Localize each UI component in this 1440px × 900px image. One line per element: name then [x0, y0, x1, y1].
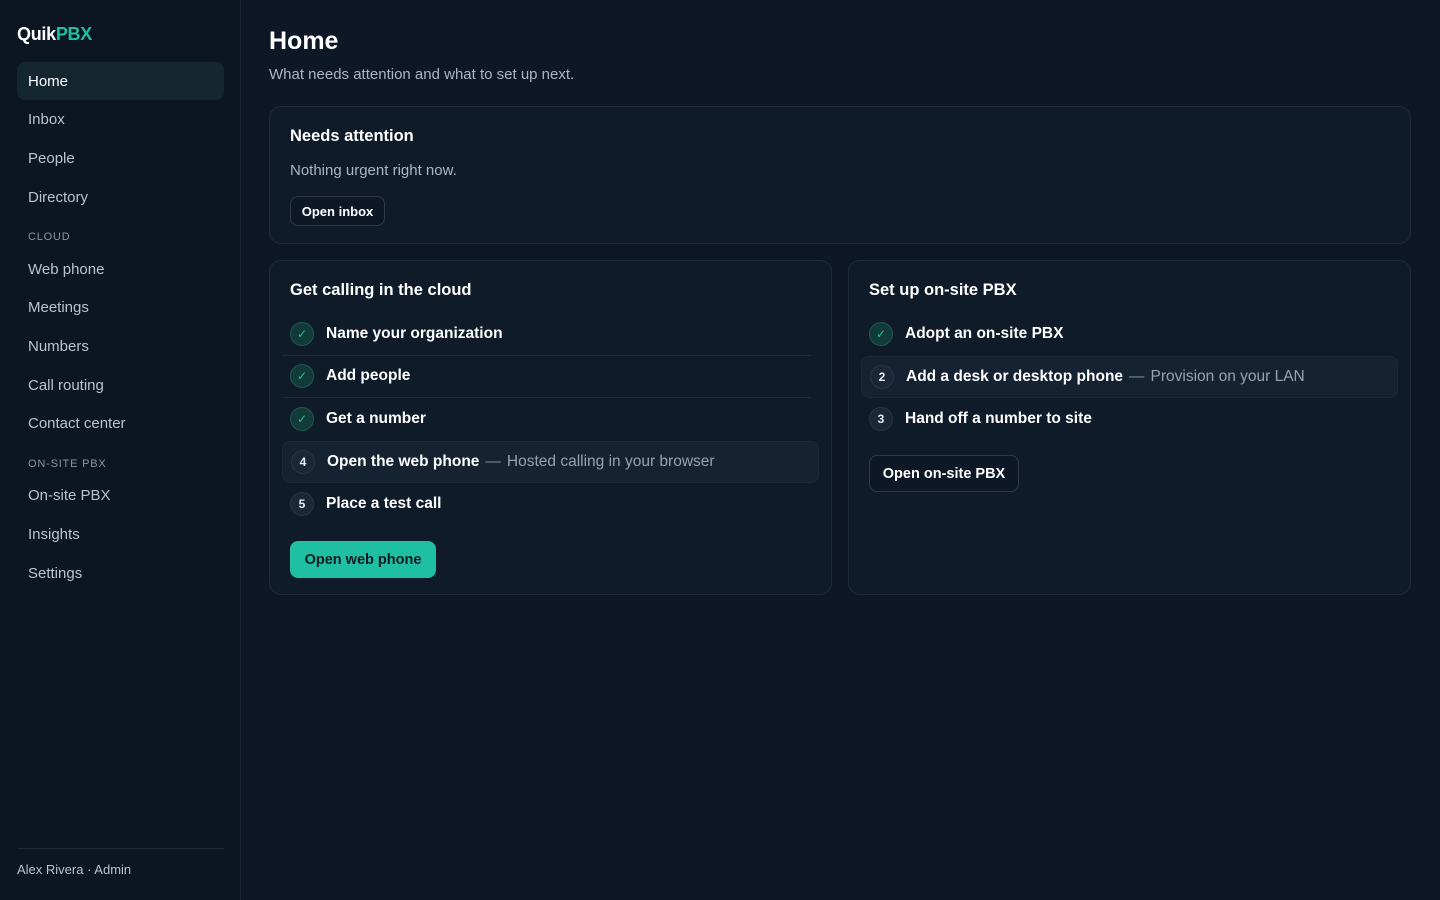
sidebar-item-label: Contact center — [28, 414, 126, 432]
step-add-desk-phone[interactable]: 2 Add a desk or desktop phone — Provisio… — [861, 355, 1398, 398]
step-separator: — — [485, 452, 501, 470]
step-separator: — — [1129, 367, 1145, 385]
cloud-setup-card: Get calling in the cloud ✓ Name your org… — [269, 260, 832, 595]
sidebar-item-label: Insights — [28, 525, 80, 543]
step-label: Add people — [326, 367, 411, 385]
step-place-test-call[interactable]: 5 Place a test call — [282, 483, 811, 526]
sidebar-item-people[interactable]: People — [17, 139, 224, 177]
check-icon: ✓ — [869, 322, 893, 347]
step-get-number[interactable]: ✓ Get a number — [282, 398, 811, 441]
card-title: Needs attention — [290, 127, 414, 145]
step-label: Name your organization — [326, 324, 503, 342]
step-description: Provision on your LAN — [1150, 367, 1305, 385]
sidebar-item-label: Numbers — [28, 337, 89, 355]
logo-text-pbx: PBX — [55, 24, 92, 44]
cloud-steps-list: ✓ Name your organization ✓ Add people ✓ … — [282, 313, 819, 526]
sidebar-item-web-phone[interactable]: Web phone — [17, 250, 224, 288]
step-description: Hosted calling in your browser — [506, 452, 715, 470]
user-info[interactable]: Alex Rivera · Admin — [17, 862, 131, 877]
open-web-phone-button[interactable]: Open web phone — [290, 541, 436, 578]
check-icon: ✓ — [290, 364, 314, 389]
logo-text-quik: Quik — [17, 24, 56, 44]
needs-attention-card: Needs attention Nothing urgent right now… — [269, 106, 1411, 244]
step-adopt-onsite-pbx[interactable]: ✓ Adopt an on-site PBX — [861, 313, 1390, 356]
step-hand-off-number[interactable]: 3 Hand off a number to site — [861, 398, 1390, 441]
sidebar-item-label: Inbox — [28, 110, 65, 128]
step-label: Adopt an on-site PBX — [905, 325, 1064, 343]
sidebar-item-directory[interactable]: Directory — [17, 178, 224, 216]
step-number-badge: 4 — [291, 449, 315, 474]
sidebar-item-label: Home — [28, 72, 69, 90]
step-label: Get a number — [326, 410, 426, 428]
sidebar-item-label: On-site PBX — [28, 486, 111, 504]
onsite-setup-card: Set up on-site PBX ✓ Adopt an on-site PB… — [848, 260, 1411, 595]
page-subtitle: What needs attention and what to set up … — [269, 66, 575, 83]
attention-status-text: Nothing urgent right now. — [290, 162, 457, 179]
open-onsite-pbx-button[interactable]: Open on-site PBX — [869, 455, 1019, 492]
page-title: Home — [269, 27, 339, 55]
check-icon: ✓ — [290, 407, 314, 432]
step-number-badge: 3 — [869, 407, 893, 432]
sidebar-divider — [17, 848, 224, 849]
sidebar-item-label: Meetings — [28, 298, 89, 316]
step-label: Open the web phone — [327, 452, 480, 470]
sidebar-section-cloud: CLOUD — [28, 231, 71, 243]
step-label: Place a test call — [326, 495, 442, 513]
open-inbox-button[interactable]: Open inbox — [290, 196, 385, 226]
sidebar-item-inbox[interactable]: Inbox — [17, 100, 224, 138]
sidebar-item-meetings[interactable]: Meetings — [17, 288, 224, 326]
step-open-web-phone[interactable]: 4 Open the web phone — Hosted calling in… — [282, 440, 819, 483]
step-name-organization[interactable]: ✓ Name your organization — [282, 313, 811, 356]
sidebar-item-settings[interactable]: Settings — [17, 554, 224, 592]
step-number-badge: 5 — [290, 492, 314, 517]
sidebar-item-insights[interactable]: Insights — [17, 515, 224, 553]
sidebar-item-onsite-pbx[interactable]: On-site PBX — [17, 476, 224, 514]
card-title: Set up on-site PBX — [869, 281, 1017, 299]
app-logo[interactable]: QuikPBX — [17, 24, 92, 45]
card-title: Get calling in the cloud — [290, 281, 472, 299]
step-add-people[interactable]: ✓ Add people — [282, 356, 811, 398]
sidebar-item-label: Directory — [28, 188, 89, 206]
sidebar-item-label: People — [28, 149, 75, 167]
sidebar: QuikPBX Home Inbox People Directory CLOU… — [0, 0, 241, 900]
sidebar-section-onsite: ON-SITE PBX — [28, 458, 107, 470]
onsite-steps-list: ✓ Adopt an on-site PBX 2 Add a desk or d… — [861, 313, 1398, 441]
step-label: Add a desk or desktop phone — [906, 367, 1124, 385]
sidebar-item-label: Call routing — [28, 376, 104, 394]
sidebar-item-contact-center[interactable]: Contact center — [17, 404, 224, 442]
sidebar-item-label: Settings — [28, 564, 83, 582]
step-label: Hand off a number to site — [905, 410, 1092, 428]
sidebar-item-call-routing[interactable]: Call routing — [17, 366, 224, 404]
sidebar-item-numbers[interactable]: Numbers — [17, 327, 224, 365]
sidebar-item-label: Web phone — [28, 260, 105, 278]
sidebar-item-home[interactable]: Home — [17, 62, 224, 100]
check-icon: ✓ — [290, 321, 314, 346]
step-number-badge: 2 — [870, 364, 894, 389]
